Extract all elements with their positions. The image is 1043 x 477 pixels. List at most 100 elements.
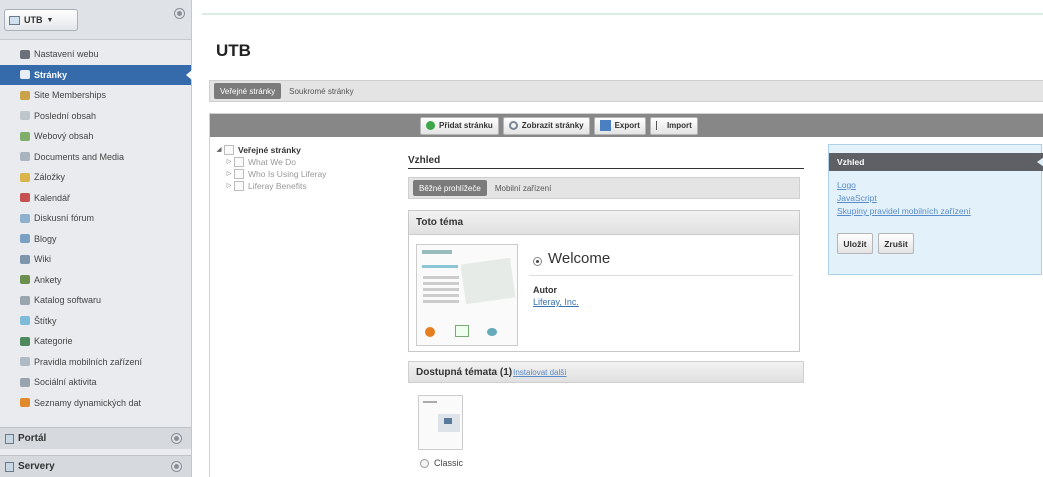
available-themes-header: Dostupná témata (1) Instalovat další <box>408 361 804 383</box>
collapse-icon[interactable]: ◢ <box>214 146 224 153</box>
users-icon <box>20 90 30 100</box>
page-tree: ◢ Veřejné stránky ▷ What We Do ▷ Who Is … <box>214 144 404 192</box>
sidebar-item-label: Blogy <box>34 233 57 244</box>
sidebar-item[interactable]: Nastavení webu <box>0 44 191 65</box>
folder-icon <box>20 152 30 162</box>
right-nav-active-item[interactable]: Vzhled <box>829 153 1043 171</box>
mobile-rules-link[interactable]: Skupiny pravidel mobilních zařízení <box>837 206 971 216</box>
page-icon <box>224 144 234 155</box>
sidebar-section-portal[interactable]: Portál <box>0 427 191 449</box>
tree-node[interactable]: ▷ Liferay Benefits <box>214 180 404 191</box>
bookmarks-icon <box>20 172 30 182</box>
sidebar-menu: Nastavení webu Stránky Site Memberships Pos… <box>0 44 192 414</box>
sidebar-item-label: Záložky <box>34 172 66 183</box>
sidebar-item[interactable]: Kategorie <box>0 331 191 352</box>
mobile-rules-icon <box>20 357 30 367</box>
javascript-link[interactable]: JavaScript <box>837 193 877 203</box>
sidebar-item[interactable]: Documents and Media <box>0 147 191 168</box>
site-selector-label: UTB <box>24 15 43 25</box>
sidebar-item[interactable]: Webový obsah <box>0 126 191 147</box>
polls-icon <box>20 275 30 285</box>
sidebar-item[interactable]: Záložky <box>0 167 191 188</box>
theme-thumbnail <box>416 244 518 346</box>
site-icon <box>9 15 20 25</box>
gear-icon[interactable] <box>172 462 181 471</box>
sidebar-item[interactable]: Ankety <box>0 270 191 291</box>
add-page-button[interactable]: Přidat stránku <box>420 116 499 135</box>
sidebar-item-label: Katalog softwaru <box>34 295 102 306</box>
export-button[interactable]: Export <box>593 116 646 135</box>
available-themes-heading: Dostupná témata (1) <box>416 366 513 378</box>
expand-icon[interactable]: ▷ <box>224 182 234 189</box>
view-pages-label: Zobrazit stránky <box>521 121 584 130</box>
import-label: Import <box>666 121 692 130</box>
sidebar-item[interactable]: Seznamy dynamických dat <box>0 393 191 414</box>
theme-radio[interactable] <box>420 459 429 468</box>
sidebar-item[interactable]: Stránky <box>0 64 192 85</box>
save-button[interactable]: Uložit <box>837 233 873 254</box>
sidebar-item-label: Kategorie <box>34 336 73 347</box>
social-activity-icon <box>20 377 30 387</box>
sidebar-item[interactable]: Katalog softwaru <box>0 290 191 311</box>
add-page-label: Přidat stránku <box>439 121 493 130</box>
sidebar-item-label: Štítky <box>34 315 57 326</box>
sidebar-section-label: Servery <box>18 461 55 472</box>
author-link[interactable]: Liferay, Inc. <box>533 297 579 307</box>
server-icon <box>5 461 14 472</box>
author-label: Autor <box>533 285 557 295</box>
classic-theme-thumbnail[interactable] <box>418 395 463 450</box>
sidebar-item[interactable]: Wiki <box>0 249 191 270</box>
sidebar-item-label: Stránky <box>34 69 68 80</box>
sidebar-item-label: Documents and Media <box>34 151 125 162</box>
software-catalog-icon <box>20 295 30 305</box>
categories-icon <box>20 336 30 346</box>
logo-link[interactable]: Logo <box>837 180 856 190</box>
calendar-icon <box>20 193 30 203</box>
web-content-icon <box>20 131 30 141</box>
section-heading: Vzhled <box>408 151 804 169</box>
tags-icon <box>20 316 30 326</box>
export-icon <box>599 120 611 131</box>
current-theme-box: Toto téma Welcome Autor Liferay, Inc. <box>408 210 800 352</box>
sidebar-item[interactable]: Poslední obsah <box>0 106 191 127</box>
sidebar-item[interactable]: Blogy <box>0 229 191 250</box>
expand-icon[interactable]: ▷ <box>224 158 234 165</box>
tab-private-pages[interactable]: Soukromé stránky <box>283 83 359 99</box>
top-divider <box>202 13 1043 15</box>
gear-icon[interactable] <box>175 9 184 18</box>
theme-radio-selected[interactable] <box>533 257 542 266</box>
sidebar-item-label: Ankety <box>34 274 62 285</box>
import-button[interactable]: Import <box>649 116 698 135</box>
site-selector[interactable]: UTB ▼ <box>4 9 78 31</box>
sidebar: UTB ▼ Nastavení webu Stránky Site Membersh… <box>0 0 192 477</box>
expand-icon[interactable]: ▷ <box>224 170 234 177</box>
sidebar-item-label: Sociální aktivita <box>34 377 97 388</box>
sidebar-item[interactable]: Diskusní fórum <box>0 208 191 229</box>
export-label: Export <box>614 121 640 130</box>
right-nav-panel: Vzhled Logo JavaScript Skupiny pravidel … <box>828 144 1043 275</box>
gear-icon[interactable] <box>172 434 181 443</box>
tree-node[interactable]: ▷ Who Is Using Liferay <box>214 168 404 179</box>
gear-icon <box>20 49 30 59</box>
sidebar-item[interactable]: Sociální aktivita <box>0 372 191 393</box>
tab-mobile-devices[interactable]: Mobilní zařízení <box>489 180 557 196</box>
cancel-button[interactable]: Zrušit <box>878 233 914 254</box>
sidebar-section-servers[interactable]: Servery <box>0 455 191 477</box>
page-tabs: Veřejné stránky Soukromé stránky <box>209 80 1043 102</box>
sidebar-item-label: Poslední obsah <box>34 110 97 121</box>
sidebar-item[interactable]: Site Memberships <box>0 85 191 106</box>
install-more-link[interactable]: Instalovat další <box>513 368 566 377</box>
sidebar-item[interactable]: Štítky <box>0 311 191 332</box>
tab-regular-browsers[interactable]: Běžné prohlížeče <box>413 180 487 196</box>
sidebar-item[interactable]: Pravidla mobilních zařízení <box>0 352 191 373</box>
sidebar-header: UTB ▼ <box>0 0 191 40</box>
tree-node[interactable]: ▷ What We Do <box>214 156 404 167</box>
tree-root[interactable]: ◢ Veřejné stránky <box>214 144 404 155</box>
sidebar-item-label: Kalendář <box>34 192 71 203</box>
tree-node-label: Liferay Benefits <box>248 180 307 191</box>
view-pages-button[interactable]: Zobrazit stránky <box>502 116 590 135</box>
sidebar-item[interactable]: Kalendář <box>0 188 191 209</box>
pages-pane: Přidat stránku Zobrazit stránky Export I… <box>209 113 1043 477</box>
divider <box>529 275 793 276</box>
tab-public-pages[interactable]: Veřejné stránky <box>214 83 282 99</box>
